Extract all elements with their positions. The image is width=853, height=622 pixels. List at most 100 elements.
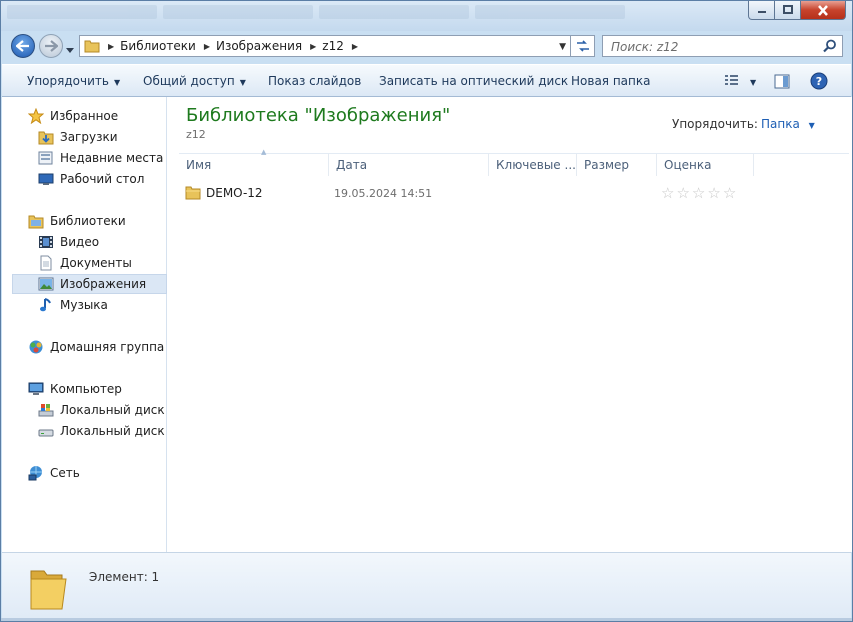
breadcrumb-z12[interactable]: z12 [322,39,344,53]
nav-disk-d[interactable]: Локальный диск (D [38,421,166,441]
caption-buttons [748,1,846,20]
maximize-button[interactable] [775,1,801,20]
breadcrumb-separator-icon[interactable]: ▶ [352,42,358,51]
column-size[interactable]: Размер [577,154,657,176]
star-empty-icon[interactable]: ☆ [661,186,674,201]
homegroup-icon [28,339,44,355]
chevron-down-icon: ▼ [239,78,246,87]
video-icon [38,234,54,250]
chevron-down-icon: ▼ [113,78,121,87]
table-row[interactable]: DEMO-12 19.05.2024 14:51 ☆ ☆ ☆ ☆ ☆ [185,183,785,203]
nav-homegroup-label: Домашняя группа [50,340,165,354]
burn-disc-button[interactable]: Записать на оптический диск [379,74,568,88]
search-box[interactable] [602,35,843,57]
close-button[interactable] [801,1,846,20]
images-icon [38,276,54,292]
music-icon [38,297,54,313]
nav-music-label: Музыка [60,298,108,312]
nav-recent[interactable]: Недавние места [38,148,163,168]
arrange-by-value: Папка [761,117,800,131]
library-subtitle: z12 [186,128,206,141]
chevron-down-icon: ▼ [808,121,815,130]
folder-icon [185,185,201,200]
star-empty-icon[interactable]: ☆ [676,186,689,201]
item-count: Элемент: 1 [89,570,160,584]
nav-documents[interactable]: Документы [38,253,132,273]
details-pane: Элемент: 1 [2,552,851,621]
nav-disk-d-label: Локальный диск (D [60,424,166,438]
nav-libraries-label: Библиотеки [50,214,126,228]
navigation-pane: Избранное Загрузки Недавние места Рабочи… [2,97,167,552]
nav-favorites[interactable]: Избранное [28,106,118,126]
nav-homegroup[interactable]: Домашняя группа [28,337,164,357]
nav-images[interactable]: Изображения [12,274,167,294]
address-bar[interactable]: ▶ Библиотеки ▶ Изображения ▶ z12 ▶ ▼ [79,35,571,57]
address-history-dropdown[interactable]: ▼ [559,42,566,52]
nav-network[interactable]: Сеть [28,463,80,483]
nav-video[interactable]: Видео [38,232,99,252]
arrange-by-label: Упорядочить: [672,117,758,131]
desktop-icon [38,171,54,187]
command-bar: Упорядочить ▼ Общий доступ ▼ Показ слайдов… [2,64,851,97]
rating-stars[interactable]: ☆ ☆ ☆ ☆ ☆ [661,186,738,201]
star-empty-icon[interactable]: ☆ [692,186,705,201]
nav-music[interactable]: Музыка [38,295,108,315]
nav-downloads-label: Загрузки [60,130,118,144]
nav-documents-label: Документы [60,256,132,270]
column-keywords[interactable]: Ключевые ... [489,154,577,176]
help-icon[interactable]: ? [810,72,828,93]
view-options-dropdown[interactable]: ▼ [750,78,756,87]
drive-icon [38,423,54,439]
search-input[interactable] [609,37,823,57]
preview-pane-icon[interactable] [774,74,790,92]
minimize-button[interactable] [748,1,775,20]
breadcrumb-separator-icon[interactable]: ▶ [108,42,114,51]
recent-places-icon [38,150,54,166]
column-name[interactable]: Имя [179,154,329,176]
nav-disk-c[interactable]: Локальный диск (C [38,400,166,420]
nav-desktop[interactable]: Рабочий стол [38,169,144,189]
breadcrumb-libraries[interactable]: Библиотеки [120,39,196,53]
folder-icon [84,39,100,53]
star-empty-icon[interactable]: ☆ [723,186,736,201]
arrange-by-dropdown[interactable]: Папка ▼ [761,117,815,131]
organize-menu[interactable]: Упорядочить ▼ [27,74,120,88]
recent-pages-dropdown[interactable] [66,43,74,57]
column-rating[interactable]: Оценка [657,154,754,176]
nav-images-label: Изображения [60,277,147,291]
nav-downloads[interactable]: Загрузки [38,127,118,147]
change-view-icon[interactable] [724,74,740,91]
network-icon [28,465,44,481]
file-name: DEMO-12 [206,185,263,200]
file-name-cell: DEMO-12 [185,185,263,200]
new-folder-button[interactable]: Новая папка [571,74,650,88]
nav-libraries[interactable]: Библиотеки [28,211,126,231]
forward-button[interactable] [39,34,63,58]
breadcrumb-separator-icon[interactable]: ▶ [310,42,316,51]
address-row: ▶ Библиотеки ▶ Изображения ▶ z12 ▶ ▼ [1,31,852,63]
computer-icon [28,381,44,397]
column-headers: ▲ Имя Дата Ключевые ... Размер Оценка [179,148,849,176]
chevron-down-icon [66,48,74,53]
libraries-icon [28,213,44,229]
refresh-icon [576,40,589,52]
star-empty-icon[interactable]: ☆ [707,186,720,201]
back-arrow-icon [16,40,29,52]
star-icon [28,108,44,124]
column-date[interactable]: Дата [329,154,489,176]
file-date: 19.05.2024 14:51 [334,187,433,200]
refresh-button[interactable] [571,35,595,57]
maximize-icon [782,5,793,14]
search-icon[interactable] [823,39,837,56]
breadcrumb-images[interactable]: Изображения [216,39,302,53]
documents-icon [38,255,54,271]
slideshow-button[interactable]: Показ слайдов [268,74,361,88]
nav-computer[interactable]: Компьютер [28,379,122,399]
folder-large-icon [28,565,70,614]
breadcrumb-separator-icon[interactable]: ▶ [204,42,210,51]
system-drive-icon [38,402,54,418]
back-button[interactable] [11,34,35,58]
share-menu[interactable]: Общий доступ ▼ [143,74,246,88]
svg-text:?: ? [816,75,822,88]
downloads-folder-icon [38,129,54,145]
